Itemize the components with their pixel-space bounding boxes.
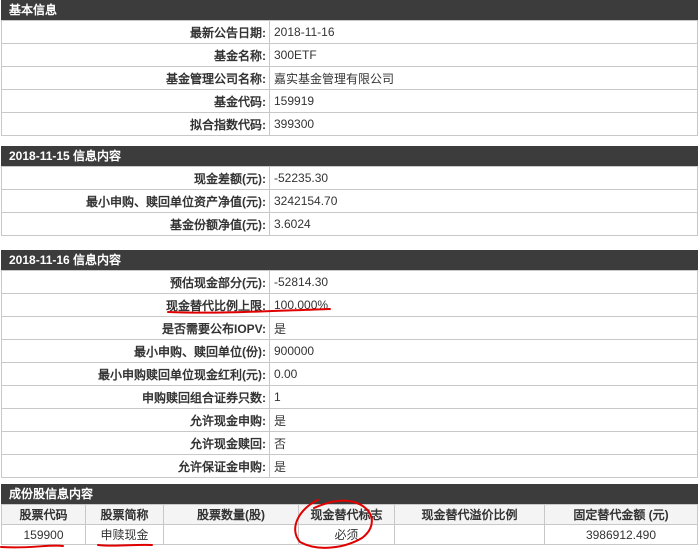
row-label: 基金名称: bbox=[1, 43, 270, 67]
row-label: 最新公告日期: bbox=[1, 20, 270, 44]
row-label: 申购赎回组合证券只数: bbox=[1, 385, 270, 409]
table-row: 最小申购、赎回单位资产净值(元): 3242154.70 bbox=[1, 189, 698, 213]
row-label: 允许现金申购: bbox=[1, 408, 270, 432]
info-1116-header: 2018-11-16 信息内容 bbox=[1, 250, 698, 270]
table-row: 申购赎回组合证券只数: 1 bbox=[1, 385, 698, 409]
table-row: 基金代码: 159919 bbox=[1, 89, 698, 113]
row-value: 399300 bbox=[269, 112, 698, 136]
row-value: 否 bbox=[269, 431, 698, 455]
table-row: 159900 申赎现金 必须 3986912.490 bbox=[1, 524, 698, 545]
row-value: 是 bbox=[269, 454, 698, 478]
row-label: 最小申购、赎回单位资产净值(元): bbox=[1, 189, 270, 213]
components-table: 股票代码 股票简称 股票数量(股) 现金替代标志 现金替代溢价比例 固定替代金额… bbox=[1, 504, 698, 545]
row-value: 1 bbox=[269, 385, 698, 409]
table-row: 允许现金申购: 是 bbox=[1, 408, 698, 432]
row-label: 现金替代比例上限: bbox=[1, 293, 270, 317]
row-value: -52235.30 bbox=[269, 166, 698, 190]
row-label: 拟合指数代码: bbox=[1, 112, 270, 136]
info-1115-section: 2018-11-15 信息内容 现金差额(元): -52235.30 最小申购、赎… bbox=[1, 146, 698, 236]
row-value: 是 bbox=[269, 316, 698, 340]
table-row: 现金差额(元): -52235.30 bbox=[1, 166, 698, 190]
row-label: 基金份额净值(元): bbox=[1, 212, 270, 236]
table-row: 允许保证金申购: 是 bbox=[1, 454, 698, 478]
row-label: 允许现金赎回: bbox=[1, 431, 270, 455]
table-row: 拟合指数代码: 399300 bbox=[1, 112, 698, 136]
table-row: 最小申购、赎回单位(份): 900000 bbox=[1, 339, 698, 363]
info-1115-table: 现金差额(元): -52235.30 最小申购、赎回单位资产净值(元): 32421… bbox=[1, 166, 698, 236]
table-row: 基金名称: 300ETF bbox=[1, 43, 698, 67]
col-header-stock-code: 股票代码 bbox=[1, 504, 86, 525]
components-section: 成份股信息内容 股票代码 股票简称 股票数量(股) 现金替代标志 现金替代溢价比… bbox=[1, 484, 698, 545]
table-row: 最新公告日期: 2018-11-16 bbox=[1, 20, 698, 44]
row-label: 是否需要公布IOPV: bbox=[1, 316, 270, 340]
row-label: 预估现金部分(元): bbox=[1, 270, 270, 294]
row-label: 最小申购、赎回单位(份): bbox=[1, 339, 270, 363]
info-1115-header: 2018-11-15 信息内容 bbox=[1, 146, 698, 166]
basic-info-table: 最新公告日期: 2018-11-16 基金名称: 300ETF 基金管理公司名称: 嘉… bbox=[1, 20, 698, 136]
table-row: 基金管理公司名称: 嘉实基金管理有限公司 bbox=[1, 66, 698, 90]
row-value: 300ETF bbox=[269, 43, 698, 67]
table-row: 预估现金部分(元): -52814.30 bbox=[1, 270, 698, 294]
col-header-cash-premium: 现金替代溢价比例 bbox=[394, 504, 545, 525]
row-label: 最小申购赎回单位现金红利(元): bbox=[1, 362, 270, 386]
row-value: 100.000% bbox=[269, 293, 698, 317]
cell-cash-sub-flag: 必须 bbox=[298, 524, 395, 545]
row-value: 嘉实基金管理有限公司 bbox=[269, 66, 698, 90]
row-value: 是 bbox=[269, 408, 698, 432]
components-header: 成份股信息内容 bbox=[1, 484, 698, 504]
row-label: 现金差额(元): bbox=[1, 166, 270, 190]
cell-fixed-amount: 3986912.490 bbox=[544, 524, 698, 545]
row-value: 0.00 bbox=[269, 362, 698, 386]
col-header-stock-name: 股票简称 bbox=[85, 504, 164, 525]
row-value: 900000 bbox=[269, 339, 698, 363]
table-row: 最小申购赎回单位现金红利(元): 0.00 bbox=[1, 362, 698, 386]
table-row: 是否需要公布IOPV: 是 bbox=[1, 316, 698, 340]
row-value: 159919 bbox=[269, 89, 698, 113]
cell-cash-premium bbox=[394, 524, 545, 545]
row-value: 2018-11-16 bbox=[269, 20, 698, 44]
row-value: -52814.30 bbox=[269, 270, 698, 294]
row-label: 基金管理公司名称: bbox=[1, 66, 270, 90]
col-header-fixed-amount: 固定替代金额 (元) bbox=[544, 504, 698, 525]
row-value: 3.6024 bbox=[269, 212, 698, 236]
cell-stock-code: 159900 bbox=[1, 524, 86, 545]
basic-info-section: 基本信息 最新公告日期: 2018-11-16 基金名称: 300ETF 基金管理公… bbox=[1, 0, 698, 136]
table-row: 允许现金赎回: 否 bbox=[1, 431, 698, 455]
cell-stock-qty bbox=[163, 524, 299, 545]
info-1116-table: 预估现金部分(元): -52814.30 现金替代比例上限: 100.000% 是否… bbox=[1, 270, 698, 478]
underline-annotation bbox=[0, 544, 64, 549]
table-header-row: 股票代码 股票简称 股票数量(股) 现金替代标志 现金替代溢价比例 固定替代金额… bbox=[1, 504, 698, 525]
table-row: 基金份额净值(元): 3.6024 bbox=[1, 212, 698, 236]
cell-stock-name: 申赎现金 bbox=[85, 524, 164, 545]
info-1116-section: 2018-11-16 信息内容 预估现金部分(元): -52814.30 现金替代… bbox=[1, 250, 698, 478]
row-label: 基金代码: bbox=[1, 89, 270, 113]
basic-info-header: 基本信息 bbox=[1, 0, 698, 20]
table-row: 现金替代比例上限: 100.000% bbox=[1, 293, 698, 317]
row-value: 3242154.70 bbox=[269, 189, 698, 213]
col-header-stock-qty: 股票数量(股) bbox=[163, 504, 299, 525]
row-label: 允许保证金申购: bbox=[1, 454, 270, 478]
col-header-cash-sub-flag: 现金替代标志 bbox=[298, 504, 395, 525]
